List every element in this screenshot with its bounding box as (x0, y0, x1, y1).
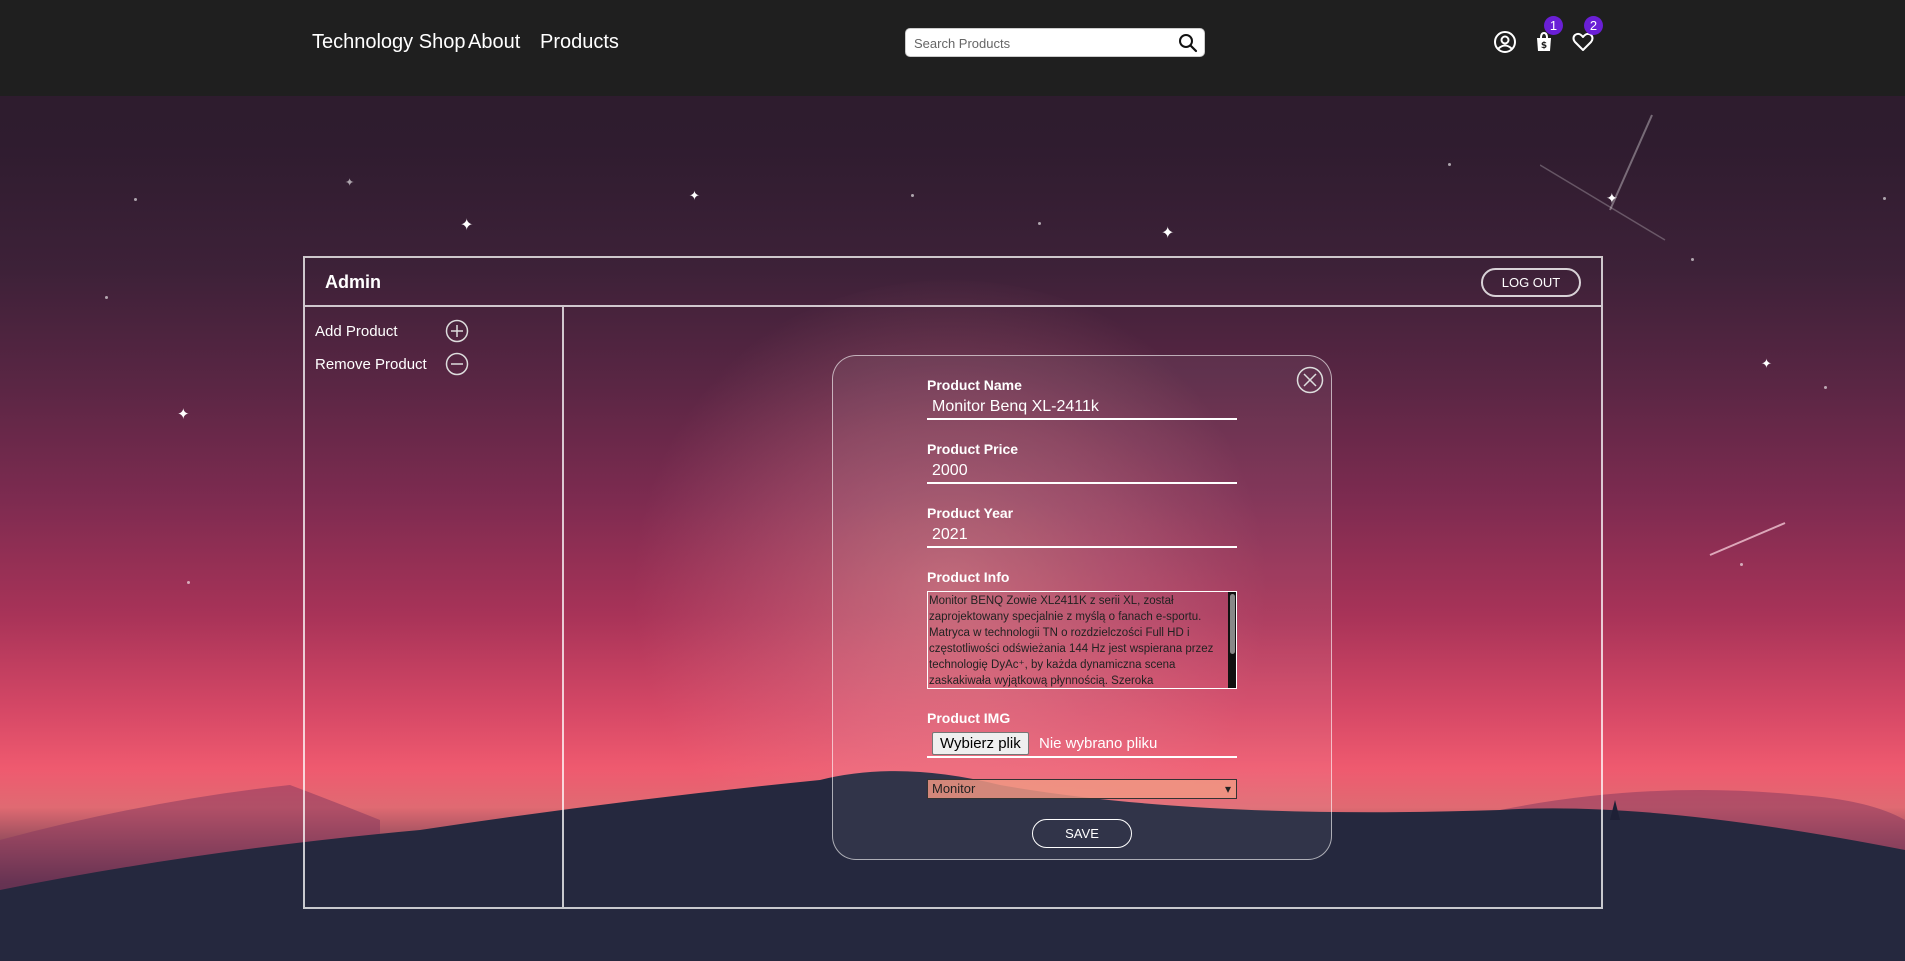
close-icon[interactable] (1296, 366, 1324, 394)
user-account-icon[interactable] (1493, 30, 1517, 54)
star-dot (134, 198, 137, 201)
sidebar-item-label: Remove Product (315, 356, 427, 373)
chevron-down-icon: ▾ (1224, 782, 1231, 796)
product-name-label: Product Name (927, 377, 1022, 393)
cart-count-badge: 1 (1544, 16, 1563, 35)
product-img-file-input: Wybierz plik Nie wybrano pliku (927, 732, 1237, 758)
brand-logo[interactable]: Technology Shop (312, 31, 465, 54)
star-dot (1824, 386, 1827, 389)
star-dot (1740, 563, 1743, 566)
search-icon[interactable] (1178, 33, 1198, 53)
nav-link-about[interactable]: About (468, 31, 520, 54)
choose-file-button[interactable]: Wybierz plik (932, 732, 1029, 755)
info-scrollbar-thumb[interactable] (1230, 594, 1235, 654)
admin-title: Admin (325, 272, 381, 292)
save-button[interactable]: SAVE (1032, 819, 1132, 848)
star-dot (1691, 258, 1694, 261)
logout-button[interactable]: LOG OUT (1481, 268, 1581, 297)
product-info-textarea[interactable]: Monitor BENQ Zowie XL2411K z serii XL, z… (927, 591, 1237, 689)
star-dot (105, 296, 108, 299)
product-name-input[interactable] (927, 396, 1237, 420)
product-price-label: Product Price (927, 441, 1019, 457)
product-form-modal: Product Name Product Price Product Year … (832, 355, 1332, 860)
product-price-input[interactable] (927, 460, 1237, 484)
plus-circle-icon[interactable] (445, 319, 469, 343)
star-decoration: ✦ (1161, 223, 1175, 242)
product-year-label: Product Year (927, 505, 1014, 521)
sidebar-item-label: Add Product (315, 323, 398, 340)
star-decoration: ✦ (1761, 357, 1772, 372)
star-decoration: ✦ (177, 405, 190, 423)
search-bar (905, 28, 1205, 57)
star-dot (1448, 163, 1451, 166)
admin-sidebar: Add Product Remove Product (305, 307, 564, 907)
svg-text:$: $ (1541, 41, 1547, 51)
search-input[interactable] (914, 33, 1164, 53)
star-dot (911, 194, 914, 197)
product-year-input[interactable] (927, 524, 1237, 548)
category-selected-value: Monitor (932, 781, 976, 796)
star-dot (187, 581, 190, 584)
top-navbar: Technology Shop About Products $ 1 2 (0, 0, 1905, 96)
minus-circle-icon[interactable] (445, 352, 469, 376)
star-decoration: ✦ (345, 176, 355, 189)
file-status-text: Nie wybrano pliku (1039, 735, 1158, 752)
wishlist-count-badge: 2 (1584, 16, 1603, 35)
nav-link-products[interactable]: Products (540, 31, 619, 54)
star-dot (1038, 222, 1041, 225)
shooting-star-decoration (1540, 114, 1666, 241)
product-img-label: Product IMG (927, 710, 1011, 726)
product-info-label: Product Info (927, 569, 1010, 585)
admin-header: Admin LOG OUT (305, 258, 1601, 307)
star-decoration: ✦ (689, 189, 700, 204)
star-decoration: ✦ (460, 215, 474, 234)
star-dot (1883, 197, 1886, 200)
shooting-star-decoration (1709, 522, 1786, 556)
category-select[interactable]: Monitor ▾ (927, 779, 1237, 799)
